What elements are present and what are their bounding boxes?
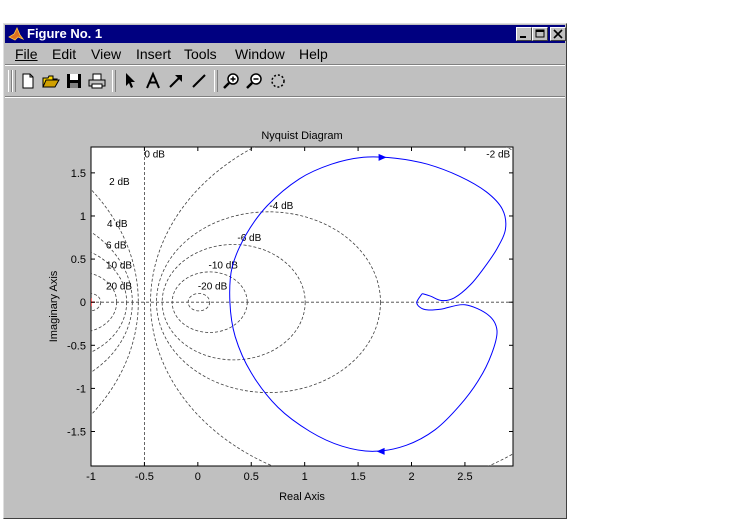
y-tick-label: -0.5: [67, 340, 86, 352]
y-tick-label: -1: [76, 383, 86, 395]
y-tick-label: 1: [80, 211, 86, 223]
chart-title: Nyquist Diagram: [261, 130, 342, 142]
y-tick-label: 1.5: [71, 168, 86, 180]
y-tick-label: 0: [80, 297, 86, 309]
db-label: -2 dB: [486, 149, 510, 160]
db-label: 2 dB: [109, 177, 130, 188]
x-tick-label: -1: [86, 471, 96, 483]
x-tick-label: 2.5: [457, 471, 472, 483]
db-label: 6 dB: [106, 241, 127, 252]
x-tick-label: 2: [408, 471, 414, 483]
x-axis-label: Real Axis: [279, 491, 325, 503]
x-tick-label: 0.5: [244, 471, 259, 483]
nyquist-chart[interactable]: 0 dB2 dB4 dB6 dB10 dB20 dB -20 dB-10 dB-6…: [4, 24, 566, 518]
x-tick-label: 1.5: [350, 471, 365, 483]
db-label: -4 dB: [269, 201, 293, 212]
db-label: -6 dB: [237, 233, 261, 244]
db-label: -20 dB: [198, 281, 228, 292]
db-label: 10 dB: [106, 261, 132, 272]
x-tick-label: -0.5: [135, 471, 154, 483]
db-label: 20 dB: [106, 281, 132, 292]
db-label: 0 dB: [144, 149, 165, 160]
y-tick-label: -1.5: [67, 427, 86, 439]
figure-window: Figure No. 1 File Edit View Insert Tools…: [3, 23, 567, 519]
db-label: 4 dB: [107, 219, 128, 230]
axes-background: [90, 146, 514, 467]
y-tick-label: 0.5: [71, 254, 86, 266]
x-tick-label: 0: [195, 471, 201, 483]
x-tick-label: 1: [302, 471, 308, 483]
y-axis-label: Imaginary Axis: [48, 270, 60, 342]
